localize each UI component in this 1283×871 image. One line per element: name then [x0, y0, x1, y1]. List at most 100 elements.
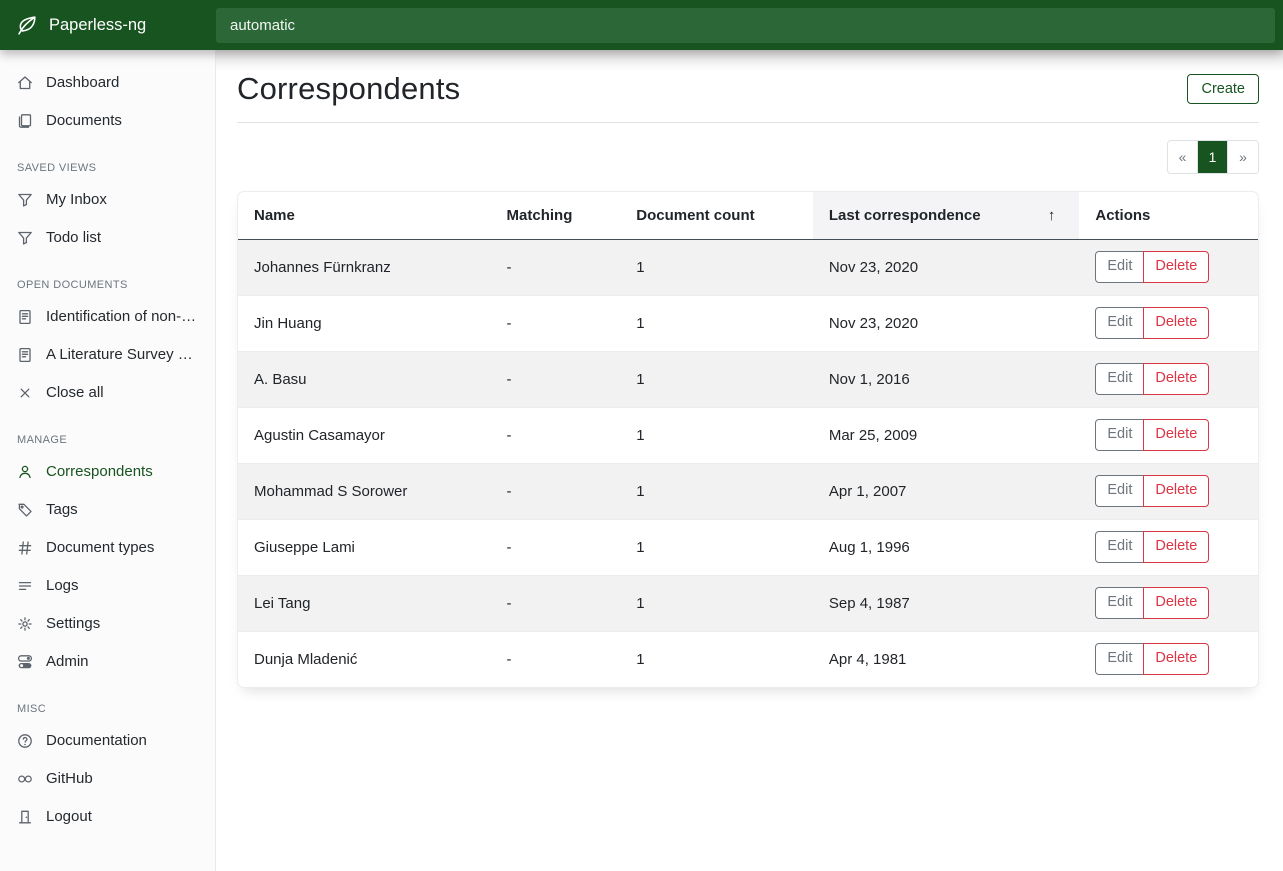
- column-header-name[interactable]: Name: [238, 192, 491, 239]
- sidebar-item-admin[interactable]: Admin: [0, 645, 215, 678]
- delete-button[interactable]: Delete: [1143, 251, 1209, 283]
- document-count-cell: 1: [620, 351, 813, 407]
- delete-button[interactable]: Delete: [1143, 307, 1209, 339]
- row-actions-button-group: EditDelete: [1095, 531, 1209, 563]
- sidebar-item-my-inbox[interactable]: My Inbox: [0, 183, 215, 216]
- edit-button[interactable]: Edit: [1095, 363, 1144, 395]
- list-icon: [17, 578, 33, 594]
- delete-button[interactable]: Delete: [1143, 475, 1209, 507]
- sidebar-item-logs[interactable]: Logs: [0, 569, 215, 602]
- correspondent-name-cell: Mohammad S Sorower: [238, 463, 491, 519]
- question-circle-icon: [17, 733, 33, 749]
- sidebar-item-label: Todo list: [46, 229, 101, 246]
- delete-button[interactable]: Delete: [1143, 419, 1209, 451]
- person-icon: [17, 464, 33, 480]
- correspondent-name-cell: Agustin Casamayor: [238, 407, 491, 463]
- correspondents-table-card: Name Matching Document count Last corres…: [237, 191, 1259, 688]
- matching-cell: -: [491, 575, 621, 631]
- delete-button[interactable]: Delete: [1143, 363, 1209, 395]
- document-count-cell: 1: [620, 575, 813, 631]
- sidebar-item-todo-list[interactable]: Todo list: [0, 221, 215, 254]
- last-correspondence-cell: Sep 4, 1987: [813, 575, 1080, 631]
- sidebar-section-heading: SAVED VIEWS: [17, 162, 198, 174]
- sidebar-item-tags[interactable]: Tags: [0, 493, 215, 526]
- row-actions-button-group: EditDelete: [1095, 587, 1209, 619]
- row-actions-button-group: EditDelete: [1095, 475, 1209, 507]
- delete-button[interactable]: Delete: [1143, 587, 1209, 619]
- edit-button[interactable]: Edit: [1095, 419, 1144, 451]
- sidebar-section-heading: MISC: [17, 703, 198, 715]
- actions-cell: EditDelete: [1079, 519, 1258, 575]
- correspondent-name-cell: Dunja Mladenić: [238, 631, 491, 687]
- table-row: A. Basu-1Nov 1, 2016EditDelete: [238, 351, 1258, 407]
- sidebar-item-github[interactable]: GitHub: [0, 762, 215, 795]
- table-row: Johannes Fürnkranz-1Nov 23, 2020EditDele…: [238, 239, 1258, 295]
- row-actions-button-group: EditDelete: [1095, 307, 1209, 339]
- sidebar-item-documentation[interactable]: Documentation: [0, 724, 215, 757]
- last-correspondence-cell: Nov 1, 2016: [813, 351, 1080, 407]
- sidebar-item-settings[interactable]: Settings: [0, 607, 215, 640]
- table-row: Agustin Casamayor-1Mar 25, 2009EditDelet…: [238, 407, 1258, 463]
- actions-cell: EditDelete: [1079, 575, 1258, 631]
- edit-button[interactable]: Edit: [1095, 587, 1144, 619]
- edit-button[interactable]: Edit: [1095, 307, 1144, 339]
- pagination-next-button[interactable]: »: [1228, 141, 1258, 173]
- create-button[interactable]: Create: [1187, 74, 1259, 104]
- column-header-matching[interactable]: Matching: [491, 192, 621, 239]
- page-title: Correspondents: [237, 71, 460, 107]
- edit-button[interactable]: Edit: [1095, 643, 1144, 675]
- table-row: Lei Tang-1Sep 4, 1987 EditDelete: [238, 575, 1258, 631]
- matching-cell: -: [491, 407, 621, 463]
- edit-button[interactable]: Edit: [1095, 251, 1144, 283]
- sidebar-item-label: Dashboard: [46, 74, 119, 91]
- edit-button[interactable]: Edit: [1095, 531, 1144, 563]
- document-count-cell: 1: [620, 631, 813, 687]
- sidebar-item-label: Identification of non-fu...: [46, 308, 198, 325]
- sidebar-item-logout[interactable]: Logout: [0, 800, 215, 833]
- sidebar-item-label: My Inbox: [46, 191, 107, 208]
- top-navbar: Paperless-ng: [0, 0, 1283, 50]
- last-correspondence-cell: Mar 25, 2009: [813, 407, 1080, 463]
- house-icon: [17, 75, 33, 91]
- sidebar-item-label: Document types: [46, 539, 154, 556]
- column-header-actions: Actions: [1079, 192, 1258, 239]
- edit-button[interactable]: Edit: [1095, 475, 1144, 507]
- sidebar-item-document-types[interactable]: Document types: [0, 531, 215, 564]
- pagination-prev-button[interactable]: «: [1168, 141, 1198, 173]
- row-actions-button-group: EditDelete: [1095, 419, 1209, 451]
- sidebar-item-open-doc-1[interactable]: Identification of non-fu...: [0, 300, 215, 333]
- delete-button[interactable]: Delete: [1143, 643, 1209, 675]
- correspondents-table: Name Matching Document count Last corres…: [238, 192, 1258, 687]
- file-text-icon: [17, 309, 33, 325]
- actions-cell: EditDelete: [1079, 631, 1258, 687]
- document-count-cell: 1: [620, 463, 813, 519]
- sidebar-item-label: Documents: [46, 112, 122, 129]
- correspondent-name-cell: Lei Tang: [238, 575, 491, 631]
- sidebar-item-open-doc-2[interactable]: A Literature Survey on ...: [0, 338, 215, 371]
- sidebar-item-label: Admin: [46, 653, 89, 670]
- toggles-icon: [17, 654, 33, 670]
- app-brand-link[interactable]: Paperless-ng: [0, 14, 216, 37]
- sort-ascending-icon: ↑: [1048, 207, 1064, 224]
- pagination-page-1-button[interactable]: 1: [1198, 141, 1228, 173]
- x-icon: [17, 385, 33, 401]
- title-divider: [237, 122, 1259, 123]
- delete-button[interactable]: Delete: [1143, 531, 1209, 563]
- table-row: Mohammad S Sorower-1Apr 1, 2007EditDelet…: [238, 463, 1258, 519]
- funnel-icon: [17, 230, 33, 246]
- actions-cell: EditDelete: [1079, 407, 1258, 463]
- search-input[interactable]: [216, 8, 1275, 43]
- sidebar-item-close-all[interactable]: Close all: [0, 376, 215, 409]
- sidebar-item-documents[interactable]: Documents: [0, 104, 215, 137]
- sidebar-item-label: Correspondents: [46, 463, 153, 480]
- pagination: « 1 »: [1167, 140, 1259, 174]
- actions-cell: EditDelete: [1079, 295, 1258, 351]
- sidebar-item-label: Tags: [46, 501, 78, 518]
- matching-cell: -: [491, 463, 621, 519]
- column-header-document-count[interactable]: Document count: [620, 192, 813, 239]
- sidebar: Dashboard Documents SAVED VIEWS My Inbox Tod…: [0, 50, 216, 871]
- column-header-last-correspondence[interactable]: Last correspondence ↑: [813, 192, 1080, 239]
- sidebar-item-correspondents[interactable]: Correspondents: [0, 455, 215, 488]
- sidebar-item-dashboard[interactable]: Dashboard: [0, 66, 215, 99]
- correspondent-name-cell: A. Basu: [238, 351, 491, 407]
